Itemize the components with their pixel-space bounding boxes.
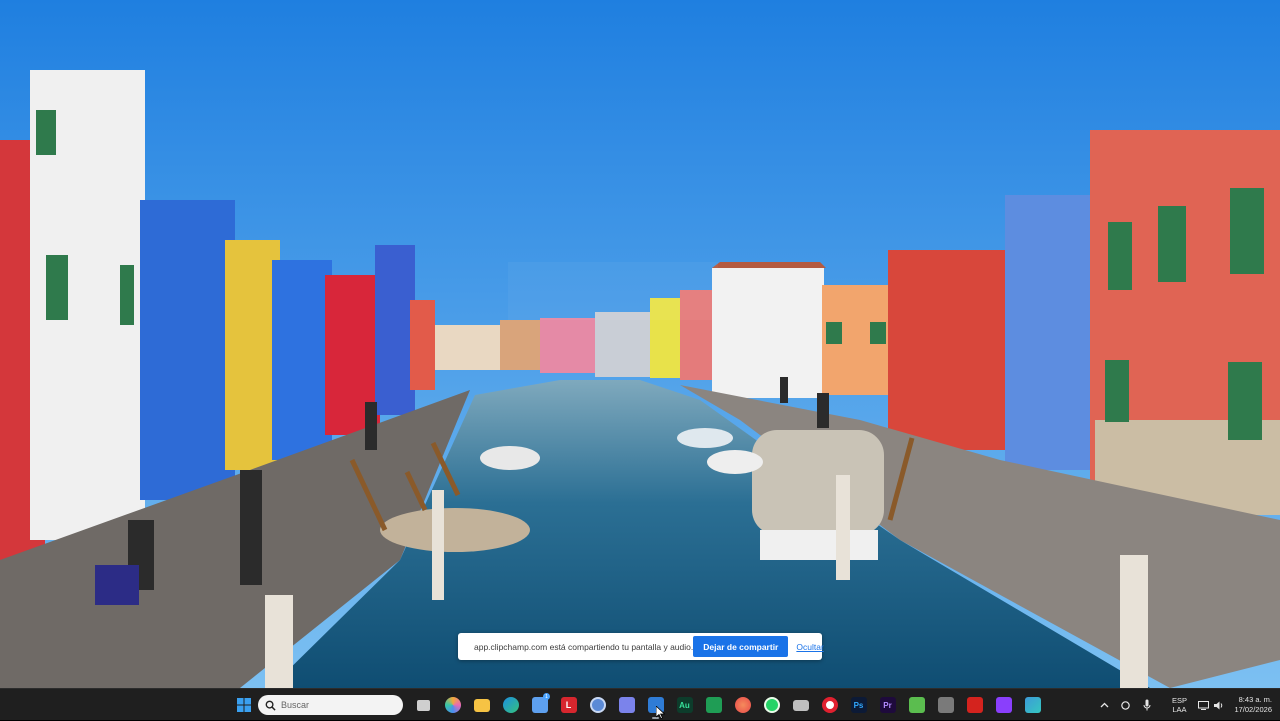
task-view-button[interactable]: [409, 689, 438, 721]
teams-button[interactable]: [612, 689, 641, 721]
premiere-icon: Pr: [879, 697, 896, 713]
search-icon: [265, 700, 276, 711]
speaker-icon: [1214, 701, 1223, 709]
search-input[interactable]: [276, 700, 391, 710]
calculator-icon: [937, 697, 954, 713]
store-button[interactable]: 1: [525, 689, 554, 721]
calculator-button[interactable]: [931, 689, 960, 721]
start-button[interactable]: [229, 689, 258, 721]
green-app-icon: [908, 697, 925, 713]
file-explorer-button[interactable]: [467, 689, 496, 721]
clock-time: 8:43 a. m.: [1238, 695, 1272, 704]
screen-share-notification: app.clipchamp.com está compartiendo tu p…: [458, 633, 824, 660]
taskbar-apps: 1 L Au Ps: [229, 689, 1047, 721]
edge-button[interactable]: [496, 689, 525, 721]
language-code: ESP: [1171, 696, 1187, 705]
hide-link[interactable]: Ocultar: [796, 642, 823, 652]
globe-app-icon: [589, 697, 606, 713]
whatsapp-button[interactable]: [757, 689, 786, 721]
desktop-wallpaper: [0, 0, 1280, 688]
opera-icon: [821, 697, 838, 713]
chevron-up-icon: [1100, 702, 1109, 708]
edge-icon: [502, 697, 519, 713]
purple-app-icon: [995, 697, 1012, 713]
copilot-icon: [444, 697, 461, 713]
show-hidden-icons-button[interactable]: [1094, 689, 1114, 721]
opera-button[interactable]: [815, 689, 844, 721]
taskbar: 1 L Au Ps: [0, 688, 1280, 720]
premiere-button[interactable]: Pr: [873, 689, 902, 721]
teams-icon: [618, 697, 635, 713]
green-app-button[interactable]: [902, 689, 931, 721]
system-tray: ESP LAA 8:43 a. m. 17/02/2026: [1094, 689, 1280, 721]
red-circle-app-icon: [734, 697, 751, 713]
stop-sharing-button[interactable]: Dejar de compartir: [693, 636, 789, 657]
photoshop-icon: Ps: [850, 697, 867, 713]
globe-app-button[interactable]: [583, 689, 612, 721]
share-message: app.clipchamp.com está compartiendo tu p…: [474, 641, 694, 652]
keyboard-layout: LAA: [1172, 705, 1187, 714]
microphone-tray-button[interactable]: [1136, 689, 1158, 721]
sync-tray-button[interactable]: [1114, 689, 1136, 721]
l-app-button[interactable]: L: [554, 689, 583, 721]
clock[interactable]: 8:43 a. m. 17/02/2026: [1228, 689, 1280, 721]
whatsapp-icon: [763, 697, 780, 713]
sync-icon: [1121, 700, 1130, 710]
acrobat-button[interactable]: [960, 689, 989, 721]
red-circle-app-button[interactable]: [728, 689, 757, 721]
printer-icon: [792, 699, 809, 711]
microphone-icon: [1143, 699, 1151, 711]
printer-button[interactable]: [786, 689, 815, 721]
clock-date: 17/02/2026: [1234, 705, 1272, 714]
taskbar-search[interactable]: [258, 695, 403, 715]
excel-icon: [705, 697, 722, 713]
audition-icon: Au: [676, 697, 693, 713]
task-view-icon: [417, 699, 430, 711]
mouse-cursor-icon: [656, 706, 665, 719]
excel-button[interactable]: [699, 689, 728, 721]
language-indicator[interactable]: ESP LAA: [1164, 689, 1194, 721]
file-explorer-icon: [473, 698, 490, 712]
display-icon: [1198, 700, 1210, 710]
quick-settings-button[interactable]: [1194, 689, 1228, 721]
copilot-button[interactable]: [438, 689, 467, 721]
start-icon: [236, 698, 251, 712]
clipchamp-icon: [1024, 697, 1041, 713]
store-badge: 1: [543, 693, 550, 700]
audition-button[interactable]: Au: [670, 689, 699, 721]
purple-app-button[interactable]: [989, 689, 1018, 721]
acrobat-icon: [966, 697, 983, 713]
l-app-icon: L: [560, 697, 577, 713]
photoshop-button[interactable]: Ps: [844, 689, 873, 721]
clipchamp-button[interactable]: [1018, 689, 1047, 721]
